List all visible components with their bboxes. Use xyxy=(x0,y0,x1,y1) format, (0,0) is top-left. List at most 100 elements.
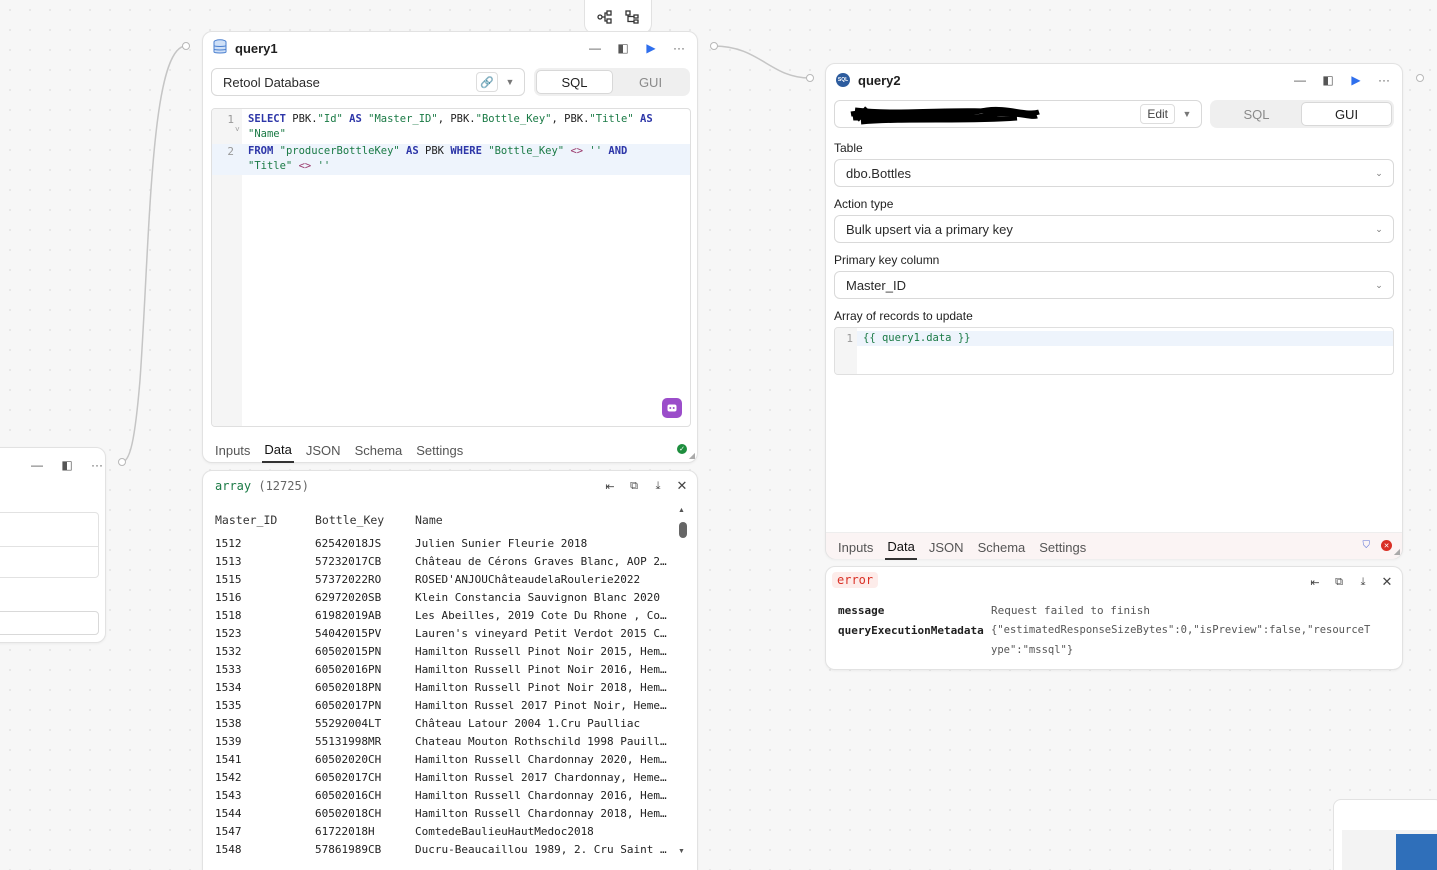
table-cell: 54042015PV xyxy=(315,627,382,640)
table-cell: Hamilton Russell Pinot Noir 2015, Hem… xyxy=(415,645,667,658)
code-token: PBK. xyxy=(285,113,318,125)
more-options-icon[interactable]: ··· xyxy=(671,40,687,56)
query2-panel: SQL query2 — ◧ ▶ ··· Edit ▼ SQL GUI Tabl… xyxy=(825,63,1403,560)
sql-mode-button[interactable]: SQL xyxy=(1212,102,1301,126)
partial-widget-block[interactable] xyxy=(1396,834,1437,870)
toggle-layout-icon[interactable]: ◧ xyxy=(615,40,631,56)
gui-mode-button[interactable]: GUI xyxy=(613,70,688,94)
run-query-icon[interactable]: ▶ xyxy=(643,40,659,56)
primary-key-select[interactable]: Master_ID ⌄ xyxy=(834,271,1394,299)
tab-json[interactable]: JSON xyxy=(927,536,966,559)
table-cell: 1516 xyxy=(215,591,242,604)
error-badge: error xyxy=(832,572,879,588)
table-cell: 1512 xyxy=(215,537,242,550)
connection-port[interactable] xyxy=(182,42,190,50)
line-number: 1 xyxy=(846,332,853,345)
close-icon[interactable]: ✕ xyxy=(1380,574,1394,589)
tab-inputs[interactable]: Inputs xyxy=(213,439,252,462)
table-cell: 1518 xyxy=(215,609,242,622)
tree-view-icon[interactable] xyxy=(623,8,641,26)
tab-json[interactable]: JSON xyxy=(304,439,343,462)
gui-mode-button[interactable]: GUI xyxy=(1301,102,1392,126)
records-editor[interactable]: 1 {{ query1.data }} xyxy=(834,327,1394,375)
scroll-down-icon[interactable]: ▼ xyxy=(678,848,685,855)
graph-view-icon[interactable] xyxy=(596,8,614,26)
code-token: , PBK. xyxy=(437,113,476,125)
error-key: message xyxy=(838,604,885,617)
tab-data[interactable]: Data xyxy=(885,535,917,560)
table-cell: 55292004LT xyxy=(315,717,382,730)
resource-select[interactable]: Retool Database 🔗 ▼ xyxy=(211,68,525,96)
query-mode-toggle: SQL GUI xyxy=(534,68,690,96)
resize-handle-icon[interactable]: ◢ xyxy=(689,451,695,460)
query1-panel: query1 — ◧ ▶ ··· Retool Database 🔗 ▼ SQL… xyxy=(202,31,698,463)
close-icon[interactable]: ✕ xyxy=(675,478,689,493)
table-cell: Ducru-Beaucaillou 1989, 2. Cru Saint … xyxy=(415,843,667,856)
chevron-down-icon: ⌄ xyxy=(1375,223,1383,234)
resize-handle-icon[interactable]: ◢ xyxy=(1394,547,1400,556)
scroll-up-icon[interactable]: ▲ xyxy=(678,507,685,514)
table-cell: Hamilton Russell Chardonnay 2016, Hem… xyxy=(415,789,667,802)
minimize-icon[interactable]: — xyxy=(29,457,45,473)
table-cell: 1542 xyxy=(215,771,242,784)
ai-assist-button[interactable] xyxy=(662,398,682,418)
code-token: "Bottle_Key" xyxy=(488,145,565,157)
minimize-icon[interactable]: — xyxy=(587,40,603,56)
connection-port[interactable] xyxy=(118,458,126,466)
more-options-icon[interactable]: ··· xyxy=(1376,72,1392,88)
minimize-icon[interactable]: — xyxy=(1292,72,1308,88)
copy-icon[interactable]: ⧉ xyxy=(1332,575,1346,589)
code-token: SELECT xyxy=(248,113,286,125)
sql-mode-button[interactable]: SQL xyxy=(536,70,613,94)
table-cell: Klein Constancia Sauvignon Blanc 2020 xyxy=(415,591,661,604)
sql-editor[interactable]: 1 ˅ 2 SELECT PBK."Id" AS "Master_ID", PB… xyxy=(211,108,691,427)
tab-data[interactable]: Data xyxy=(262,438,294,463)
scrollbar[interactable]: ▲ ▼ xyxy=(677,507,687,857)
query-title[interactable]: query1 xyxy=(235,41,278,56)
action-type-select[interactable]: Bulk upsert via a primary key ⌄ xyxy=(834,215,1394,243)
tab-schema[interactable]: Schema xyxy=(976,536,1028,559)
column-header: Name xyxy=(415,513,443,527)
partial-input[interactable] xyxy=(0,611,99,635)
code-token: "Id" xyxy=(317,113,343,125)
tab-settings[interactable]: Settings xyxy=(1037,536,1088,559)
toggle-layout-icon[interactable]: ◧ xyxy=(59,457,75,473)
query1-results-panel: array (12725) ⇤ ⧉ ⤓ ✕ Master_ID Bottle_K… xyxy=(202,470,698,870)
tab-inputs[interactable]: Inputs xyxy=(836,536,875,559)
error-value: Request failed to finish xyxy=(991,604,1150,617)
edit-resource-button[interactable]: Edit xyxy=(1140,104,1175,124)
scroll-thumb[interactable] xyxy=(679,522,687,538)
code-token: "Master_ID" xyxy=(368,113,438,125)
table-cell: Hamilton Russel 2017 Chardonnay, Heme… xyxy=(415,771,667,784)
collapse-all-icon[interactable]: ⇤ xyxy=(603,479,617,493)
link-icon[interactable]: 🔗 xyxy=(476,72,498,92)
connection-port[interactable] xyxy=(1416,74,1424,82)
toggle-layout-icon[interactable]: ◧ xyxy=(1320,72,1336,88)
collapse-all-icon[interactable]: ⇤ xyxy=(1308,575,1322,589)
assistant-icon xyxy=(667,404,677,412)
table-select[interactable]: dbo.Bottles ⌄ xyxy=(834,159,1394,187)
fold-chevron-icon[interactable]: ˅ xyxy=(235,125,240,134)
download-icon[interactable]: ⤓ xyxy=(1356,575,1370,589)
table-cell: 61722018H xyxy=(315,825,375,838)
download-icon[interactable]: ⤓ xyxy=(651,479,665,493)
line-number: 1 xyxy=(227,113,234,126)
table-cell: 57232017CB xyxy=(315,555,382,568)
run-query-icon[interactable]: ▶ xyxy=(1348,72,1364,88)
tab-settings[interactable]: Settings xyxy=(414,439,465,462)
table-cell: 60502018PN xyxy=(315,681,382,694)
code-token: <> xyxy=(292,160,318,172)
tab-schema[interactable]: Schema xyxy=(353,439,405,462)
shield-icon[interactable]: ⛉ xyxy=(1363,540,1371,551)
resource-select[interactable]: Edit ▼ xyxy=(834,100,1202,128)
more-options-icon[interactable]: ··· xyxy=(89,457,105,473)
error-status-icon: ✕ xyxy=(1381,540,1392,551)
connection-port[interactable] xyxy=(806,74,814,82)
copy-icon[interactable]: ⧉ xyxy=(627,479,641,493)
partial-field-group xyxy=(0,512,99,578)
connection-port[interactable] xyxy=(710,42,718,50)
code-token: '' xyxy=(589,145,603,157)
query-title[interactable]: query2 xyxy=(858,73,901,88)
code-line-2-wrap: "Title" <> '' xyxy=(248,159,330,174)
line-number: 2 xyxy=(227,145,234,158)
